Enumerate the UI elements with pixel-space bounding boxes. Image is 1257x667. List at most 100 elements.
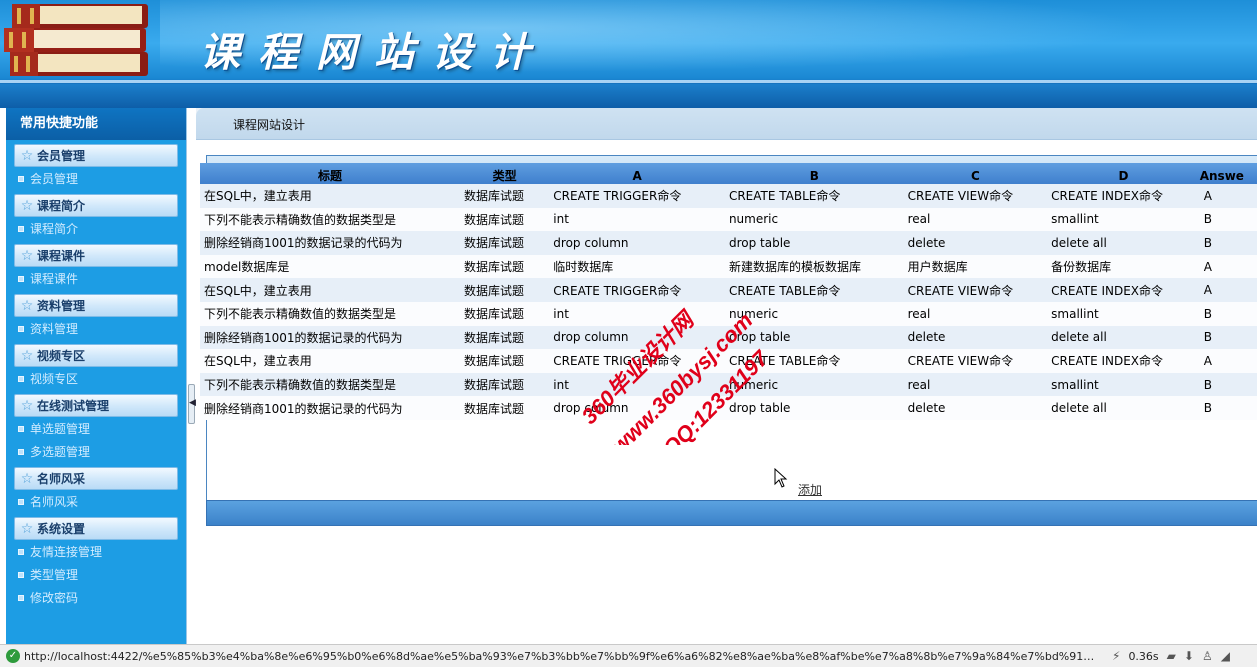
cell-answer: B	[1199, 325, 1257, 350]
cell-c: delete	[903, 231, 1048, 255]
sidebar-item-label: 类型管理	[30, 568, 79, 582]
cell-b: CREATE TABLE命令	[724, 349, 904, 373]
cell-a: drop column	[549, 396, 725, 420]
sidebar-group-label: 视频专区	[37, 349, 86, 363]
sidebar-item[interactable]: 视频专区	[6, 367, 186, 390]
cell-b: drop table	[724, 325, 904, 350]
cell-d: delete all	[1047, 325, 1200, 350]
cell-d: delete all	[1047, 396, 1200, 420]
cell-b: CREATE TABLE命令	[724, 278, 904, 302]
cell-d: delete all	[1047, 231, 1200, 255]
sidebar-group-header[interactable]: ☆ 视频专区	[14, 344, 178, 367]
site-title: 课程网站设计	[200, 29, 548, 76]
column-header-b: B	[724, 163, 904, 184]
cell-answer: B	[1199, 372, 1257, 397]
sidebar-item[interactable]: 会员管理	[6, 167, 186, 190]
cell-a: int	[549, 301, 725, 326]
sidebar-group-label: 在线测试管理	[37, 399, 110, 413]
resize-grip-icon[interactable]: ◢	[1221, 649, 1230, 663]
panel-footer-bar	[206, 500, 1257, 526]
person-icon[interactable]: ♙	[1202, 649, 1213, 663]
cell-b: drop table	[724, 396, 904, 420]
star-icon: ☆	[20, 347, 34, 364]
browser-status-bar: ✓ http://localhost:4422/%e5%85%b3%e4%ba%…	[0, 644, 1257, 667]
cell-c: CREATE VIEW命令	[903, 184, 1048, 208]
sidebar-group: ☆ 课程课件 课程课件	[6, 244, 186, 290]
cell-type: 数据库试题	[459, 254, 550, 279]
site-banner: 课程网站设计	[0, 0, 1257, 108]
table-row: 删除经销商1001的数据记录的代码为 数据库试题 drop column drop t…	[200, 325, 1257, 350]
sidebar-group-header[interactable]: ☆ 资料管理	[14, 294, 178, 317]
cell-b: numeric	[724, 372, 904, 397]
bullet-square-icon	[18, 375, 24, 382]
cell-type: 数据库试题	[459, 184, 550, 208]
sidebar-group: ☆ 资料管理资料管理	[6, 294, 186, 340]
bullet-square-icon	[18, 448, 24, 455]
sidebar-item[interactable]: 友情连接管理	[6, 540, 186, 563]
sidebar-splitter[interactable]: ◀	[186, 108, 196, 644]
table-row: model数据库是 数据库试题 临时数据库 新建数据库的模板数据库 用户数据库 备份数据库…	[200, 254, 1257, 279]
lightning-icon: ⚡	[1112, 649, 1121, 663]
sidebar-item[interactable]: 课程课件	[6, 267, 186, 290]
cell-title: 在SQL中，建立表用	[200, 278, 460, 302]
cell-answer: A	[1199, 184, 1257, 208]
bullet-square-icon	[18, 275, 24, 282]
cell-b: drop table	[724, 231, 904, 255]
star-icon: ☆	[20, 520, 34, 537]
sidebar-item-label: 资料管理	[30, 322, 79, 336]
load-time: 0.36s	[1128, 649, 1159, 663]
sidebar-item-label: 名师风采	[30, 495, 79, 509]
sidebar-group-header[interactable]: ☆ 会员管理	[14, 144, 178, 167]
table-row: 在SQL中，建立表用 数据库试题 CREATE TRIGGER命令 CREATE TA…	[200, 349, 1257, 373]
sidebar-item[interactable]: 资料管理	[6, 317, 186, 340]
sidebar-group-header[interactable]: ☆ 名师风采	[14, 467, 178, 490]
cell-c: CREATE VIEW命令	[903, 349, 1048, 373]
cell-c: real	[903, 372, 1048, 397]
star-icon: ☆	[20, 147, 34, 164]
cell-a: int	[549, 372, 725, 397]
table-header-row: 标题 类型 A B C D Answe	[200, 163, 1257, 184]
cell-answer: B	[1199, 396, 1257, 420]
cell-type: 数据库试题	[459, 349, 550, 373]
bullet-square-icon	[18, 548, 24, 555]
bookmark-icon[interactable]: ▰	[1167, 649, 1176, 663]
cell-c: real	[903, 207, 1048, 232]
cell-c: real	[903, 301, 1048, 326]
sidebar-group-header[interactable]: ☆ 在线测试管理	[14, 394, 178, 417]
sidebar-group-header[interactable]: ☆ 课程简介	[14, 194, 178, 217]
sidebar-item[interactable]: 类型管理	[6, 563, 186, 586]
sidebar-group-header[interactable]: ☆ 系统设置	[14, 517, 178, 540]
cell-c: CREATE VIEW命令	[903, 278, 1048, 302]
cell-a: 临时数据库	[549, 254, 725, 279]
sidebar-item-label: 修改密码	[30, 591, 79, 605]
bullet-square-icon	[18, 594, 24, 601]
star-icon: ☆	[20, 197, 34, 214]
sidebar: 常用快捷功能 ☆ 会员管理 会员管理 ☆ 课程简介 课程简介 ☆ 课程课件 课程课件 ☆ 资料管理资…	[6, 108, 186, 644]
bullet-square-icon	[18, 571, 24, 578]
cell-type: 数据库试题	[459, 301, 550, 326]
cell-answer: B	[1199, 231, 1257, 255]
table-row: 下列不能表示精确数值的数据类型是 数据库试题 int numeric real small…	[200, 207, 1257, 232]
cell-a: CREATE TRIGGER命令	[549, 349, 725, 373]
sidebar-item[interactable]: 课程简介	[6, 217, 186, 240]
cell-title: 下列不能表示精确数值的数据类型是	[200, 372, 460, 397]
cell-d: smallint	[1047, 372, 1200, 397]
cell-title: 删除经销商1001的数据记录的代码为	[200, 231, 460, 255]
column-header-title: 标题	[200, 163, 460, 184]
download-icon[interactable]: ⬇	[1184, 649, 1194, 663]
cell-answer: A	[1199, 278, 1257, 302]
cell-d: CREATE INDEX命令	[1047, 184, 1200, 208]
cell-b: CREATE TABLE命令	[724, 184, 904, 208]
sidebar-item[interactable]: 单选题管理	[6, 417, 186, 440]
sidebar-group-header[interactable]: ☆ 课程课件	[14, 244, 178, 267]
add-link[interactable]: 添加	[798, 481, 822, 498]
cell-a: CREATE TRIGGER命令	[549, 278, 725, 302]
bullet-square-icon	[18, 225, 24, 232]
sidebar-item[interactable]: 多选题管理	[6, 440, 186, 463]
cell-d: smallint	[1047, 301, 1200, 326]
collapse-sidebar-handle[interactable]: ◀	[188, 384, 196, 424]
cell-d: 备份数据库	[1047, 254, 1200, 279]
main-content: 课程网站设计 多选管理 标题 类型 A B C D Answe 在SQL中，建立…	[196, 108, 1257, 644]
sidebar-item[interactable]: 名师风采	[6, 490, 186, 513]
sidebar-item[interactable]: 修改密码	[6, 586, 186, 609]
